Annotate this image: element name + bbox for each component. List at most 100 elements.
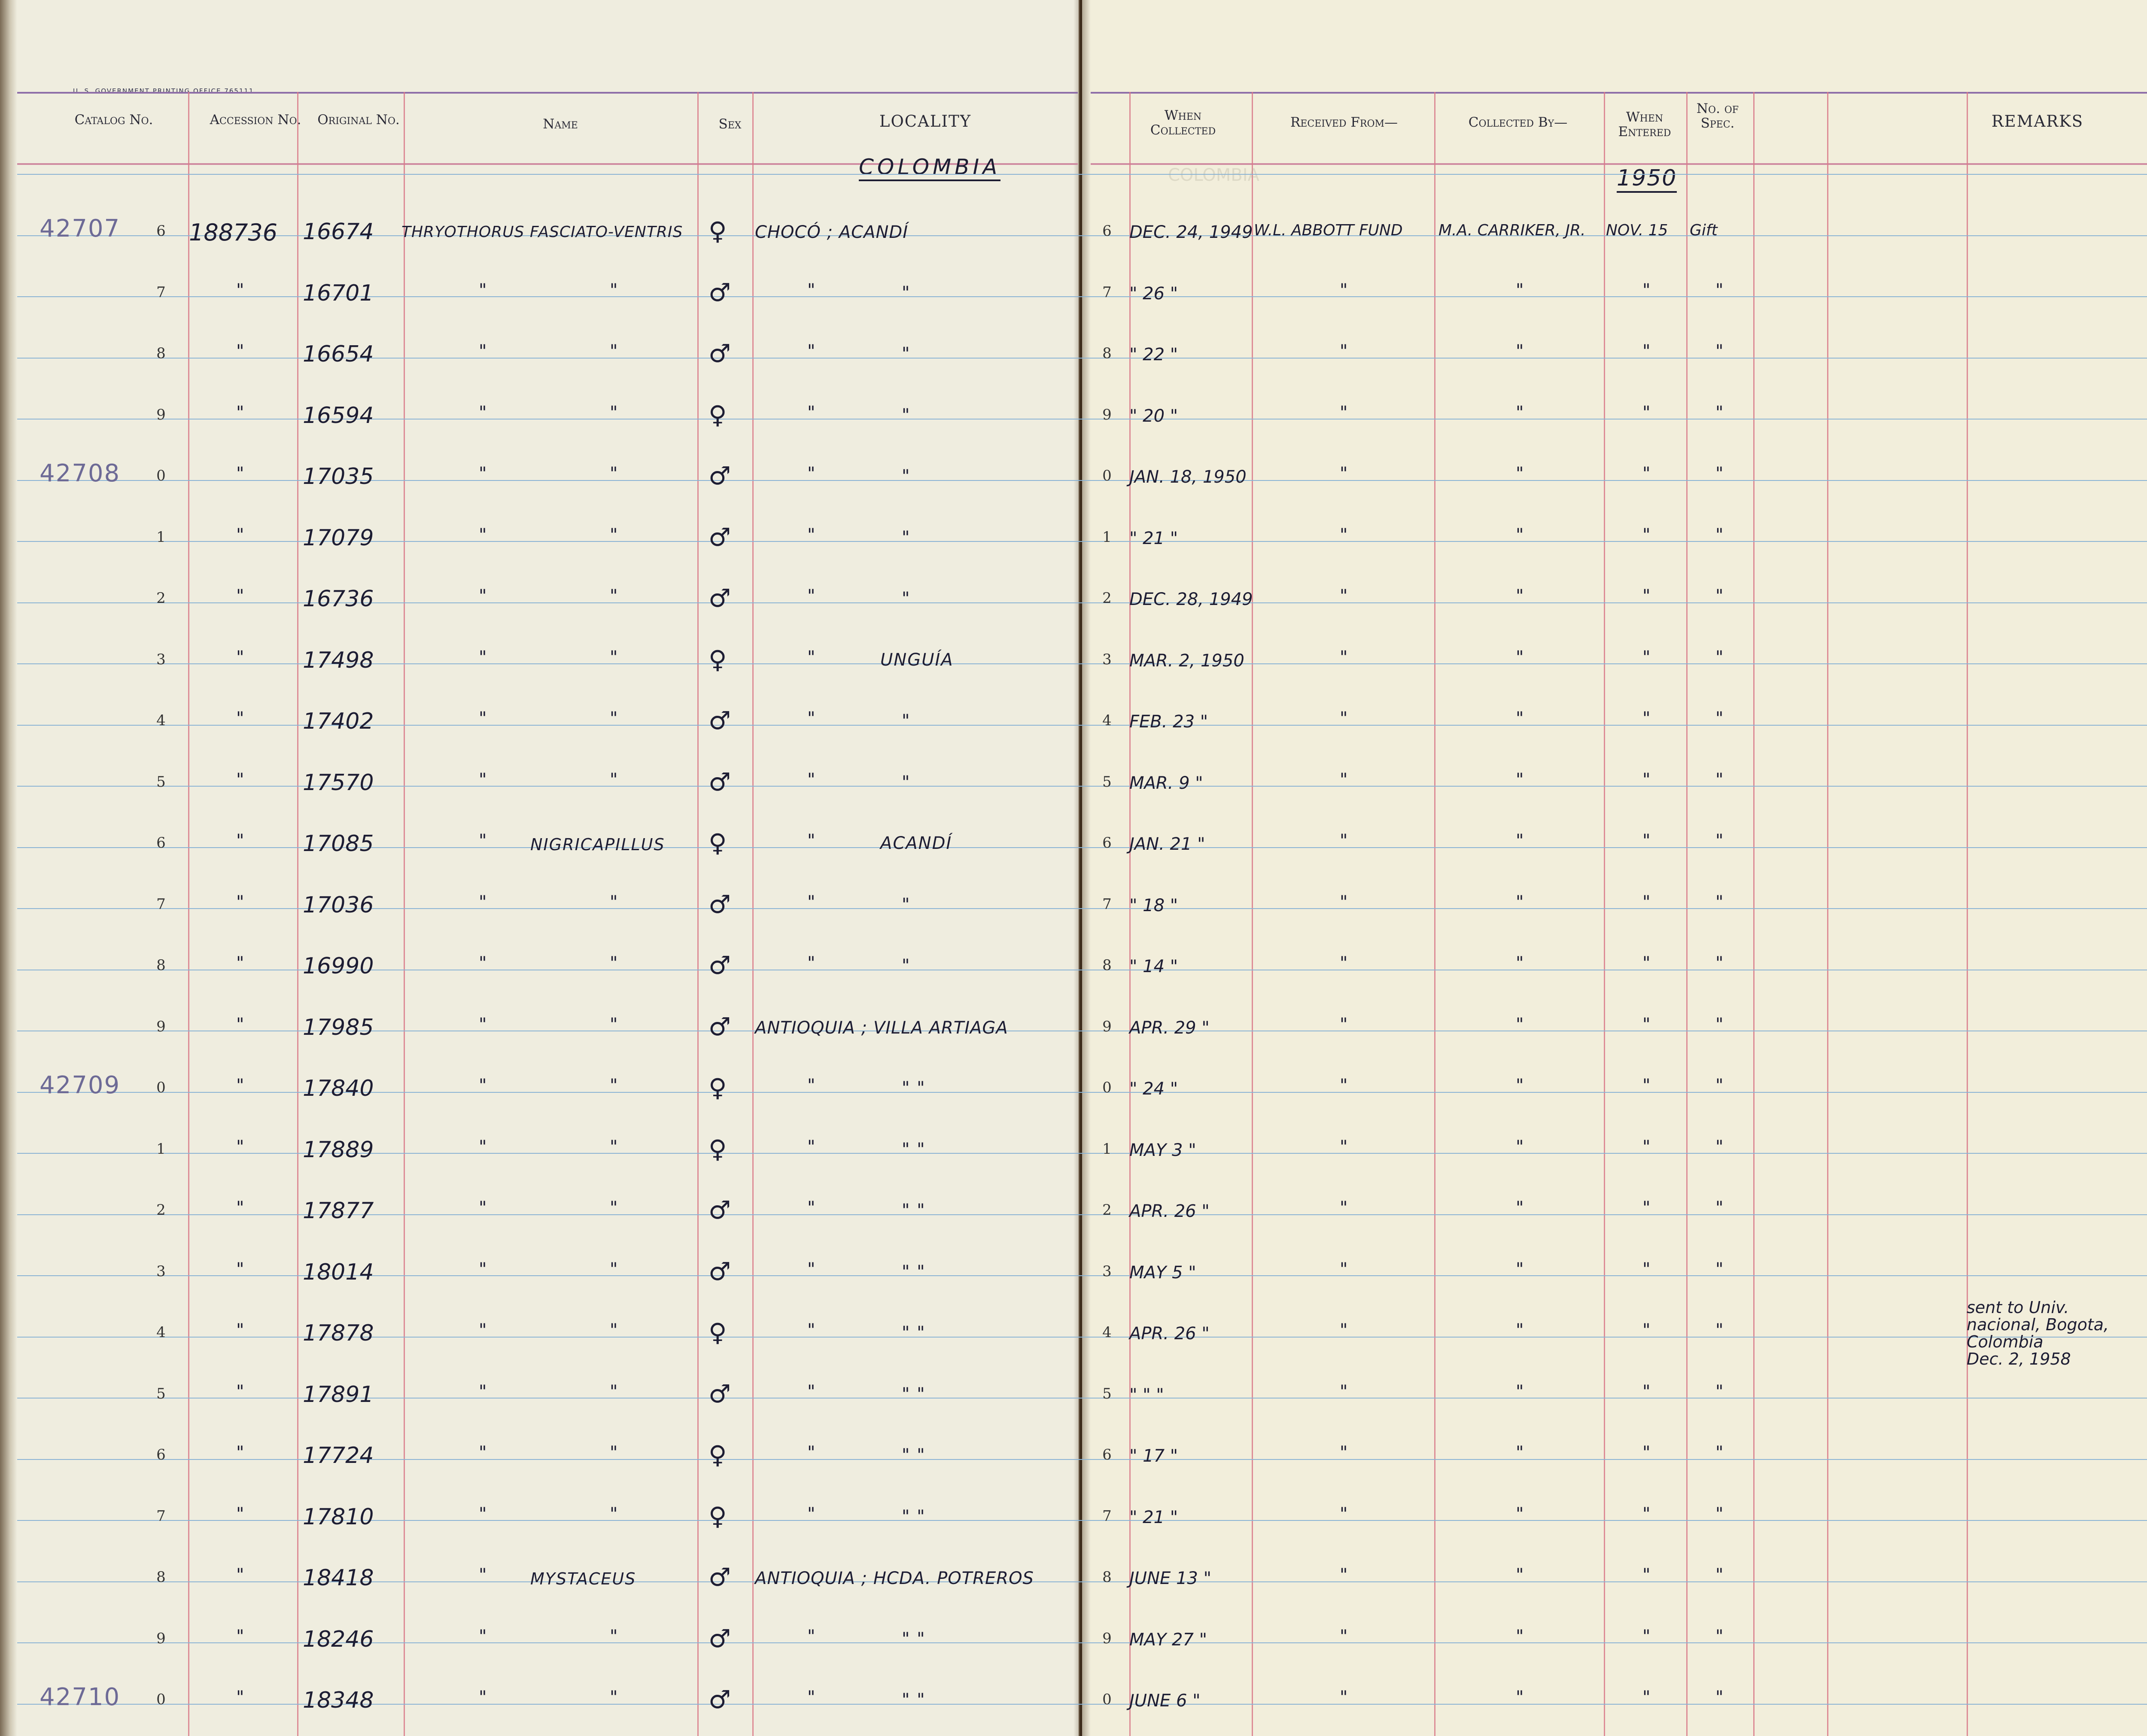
locality-ditto: " (807, 892, 815, 912)
locality-ditto: " (902, 772, 911, 792)
sex-symbol: ♂ (709, 1624, 731, 1653)
row-number-right: 7 (1102, 1507, 1112, 1525)
name-ditto: " (479, 1381, 487, 1402)
col-rule (188, 92, 189, 1736)
original-no: 17877 (303, 1198, 374, 1224)
original-no: 17985 (303, 1014, 374, 1040)
name-ditto: " (610, 1259, 618, 1279)
when-collected: " " " (1129, 1385, 1164, 1405)
header-catalog-no: Catalog No. (74, 112, 153, 128)
row-rule (17, 174, 2147, 175)
locality-ditto: " (807, 953, 815, 973)
row-number-right: 0 (1102, 1079, 1112, 1096)
original-no: 17085 (303, 831, 374, 857)
row-number-left: 3 (156, 651, 166, 668)
collected-ditto: " (1516, 892, 1524, 912)
name-ditto: " (610, 1198, 618, 1218)
locality-ditto: " (807, 1137, 815, 1157)
row-number-left: 6 (156, 1446, 166, 1463)
original-no: 17036 (303, 892, 374, 918)
name-ditto: " (479, 586, 487, 606)
when-collected: " 14 " (1129, 957, 1178, 976)
name-ditto: " (479, 953, 487, 973)
entered-ditto: " (1642, 1137, 1651, 1157)
collected-ditto: " (1516, 1443, 1524, 1462)
name-ditto: " (610, 1504, 618, 1524)
collected-ditto: " (1516, 831, 1524, 851)
locality-ditto: " " (902, 1506, 926, 1526)
sex-symbol: ♂ (709, 339, 731, 368)
entered-ditto: " (1642, 1565, 1651, 1585)
accession-no: " (236, 1381, 244, 1402)
original-no: 17402 (303, 708, 374, 734)
name-ditto: " (479, 892, 487, 912)
locality-ditto: " (902, 344, 911, 364)
sex-symbol: ♂ (709, 1012, 731, 1041)
locality-ditto: " (902, 711, 911, 731)
row-number-right: 7 (1102, 895, 1112, 913)
sex-symbol: ♂ (709, 1195, 731, 1225)
when-entered: NOV. 15 (1606, 222, 1668, 239)
header-when-collected: When Collected (1150, 108, 1216, 138)
when-collected: APR. 26 " (1129, 1201, 1210, 1221)
row-number-left: 0 (156, 1079, 166, 1096)
row-number-left: 6 (156, 222, 166, 240)
locality-ditto: " " (902, 1445, 926, 1465)
locality-ditto: " " (902, 1384, 926, 1404)
entered-ditto: " (1642, 769, 1651, 790)
collected-ditto: " (1516, 1137, 1524, 1157)
collected-ditto: " (1516, 1504, 1524, 1524)
entered-ditto: " (1642, 1320, 1651, 1340)
name-ditto: " (610, 402, 618, 423)
when-collected: MAY 5 " (1129, 1262, 1196, 1283)
entered-ditto: " (1642, 1381, 1651, 1402)
row-number-left: 0 (156, 467, 166, 484)
locality-ditto: " (807, 1687, 815, 1707)
col-rule (1967, 92, 1968, 1736)
entered-ditto: " (1642, 831, 1651, 851)
locality-ditto: " " (902, 1201, 926, 1220)
locality-ditto: " (807, 1198, 815, 1218)
spec-ditto: " (1715, 280, 1724, 300)
row-number-left: 7 (156, 1507, 166, 1525)
accession-no: " (236, 1014, 244, 1034)
header-when-entered: When Entered (1618, 109, 1671, 140)
col-rule (1753, 92, 1755, 1736)
catalog-number-prefix: 42708 (40, 459, 121, 487)
right-ledger-page (1082, 0, 2147, 1736)
original-no: 17840 (303, 1076, 374, 1101)
accession-no: " (236, 1137, 244, 1157)
header-top-rule-right (1091, 92, 2147, 94)
header-top-rule-left (17, 92, 1078, 94)
entered-ditto: " (1642, 1687, 1651, 1707)
entered-ditto: " (1642, 1259, 1651, 1279)
name-ditto: " (479, 525, 487, 545)
entered-ditto: " (1642, 341, 1651, 361)
collected-ditto: " (1516, 341, 1524, 361)
accession-no: " (236, 1565, 244, 1585)
row-number-right: 1 (1102, 528, 1112, 546)
name-ditto: " (479, 647, 487, 667)
collected-ditto: " (1516, 953, 1524, 973)
accession-no: " (236, 1443, 244, 1462)
locality-ditto: " (807, 1076, 815, 1095)
row-number-left: 5 (156, 1385, 166, 1402)
col-rule (1604, 92, 1605, 1736)
row-number-right: 9 (1102, 406, 1112, 423)
original-no: 16674 (303, 219, 374, 245)
original-no: 17724 (303, 1443, 374, 1468)
collected-ditto: " (1516, 708, 1524, 728)
entered-ditto: " (1642, 280, 1651, 300)
collected-ditto: " (1516, 1565, 1524, 1585)
name-ditto: " (610, 647, 618, 667)
no-of-spec: Gift (1690, 222, 1718, 239)
spec-ditto: " (1715, 647, 1724, 667)
spec-ditto: " (1715, 1137, 1724, 1157)
col-rule (752, 92, 754, 1736)
sex-symbol: ♀ (709, 1501, 727, 1531)
subspecies-name: MYSTACEUS (530, 1569, 636, 1588)
accession-no: " (236, 464, 244, 483)
locality-ditto: " (807, 1320, 815, 1340)
locality-ditto: " " (902, 1323, 926, 1343)
col-rule (1434, 92, 1435, 1736)
